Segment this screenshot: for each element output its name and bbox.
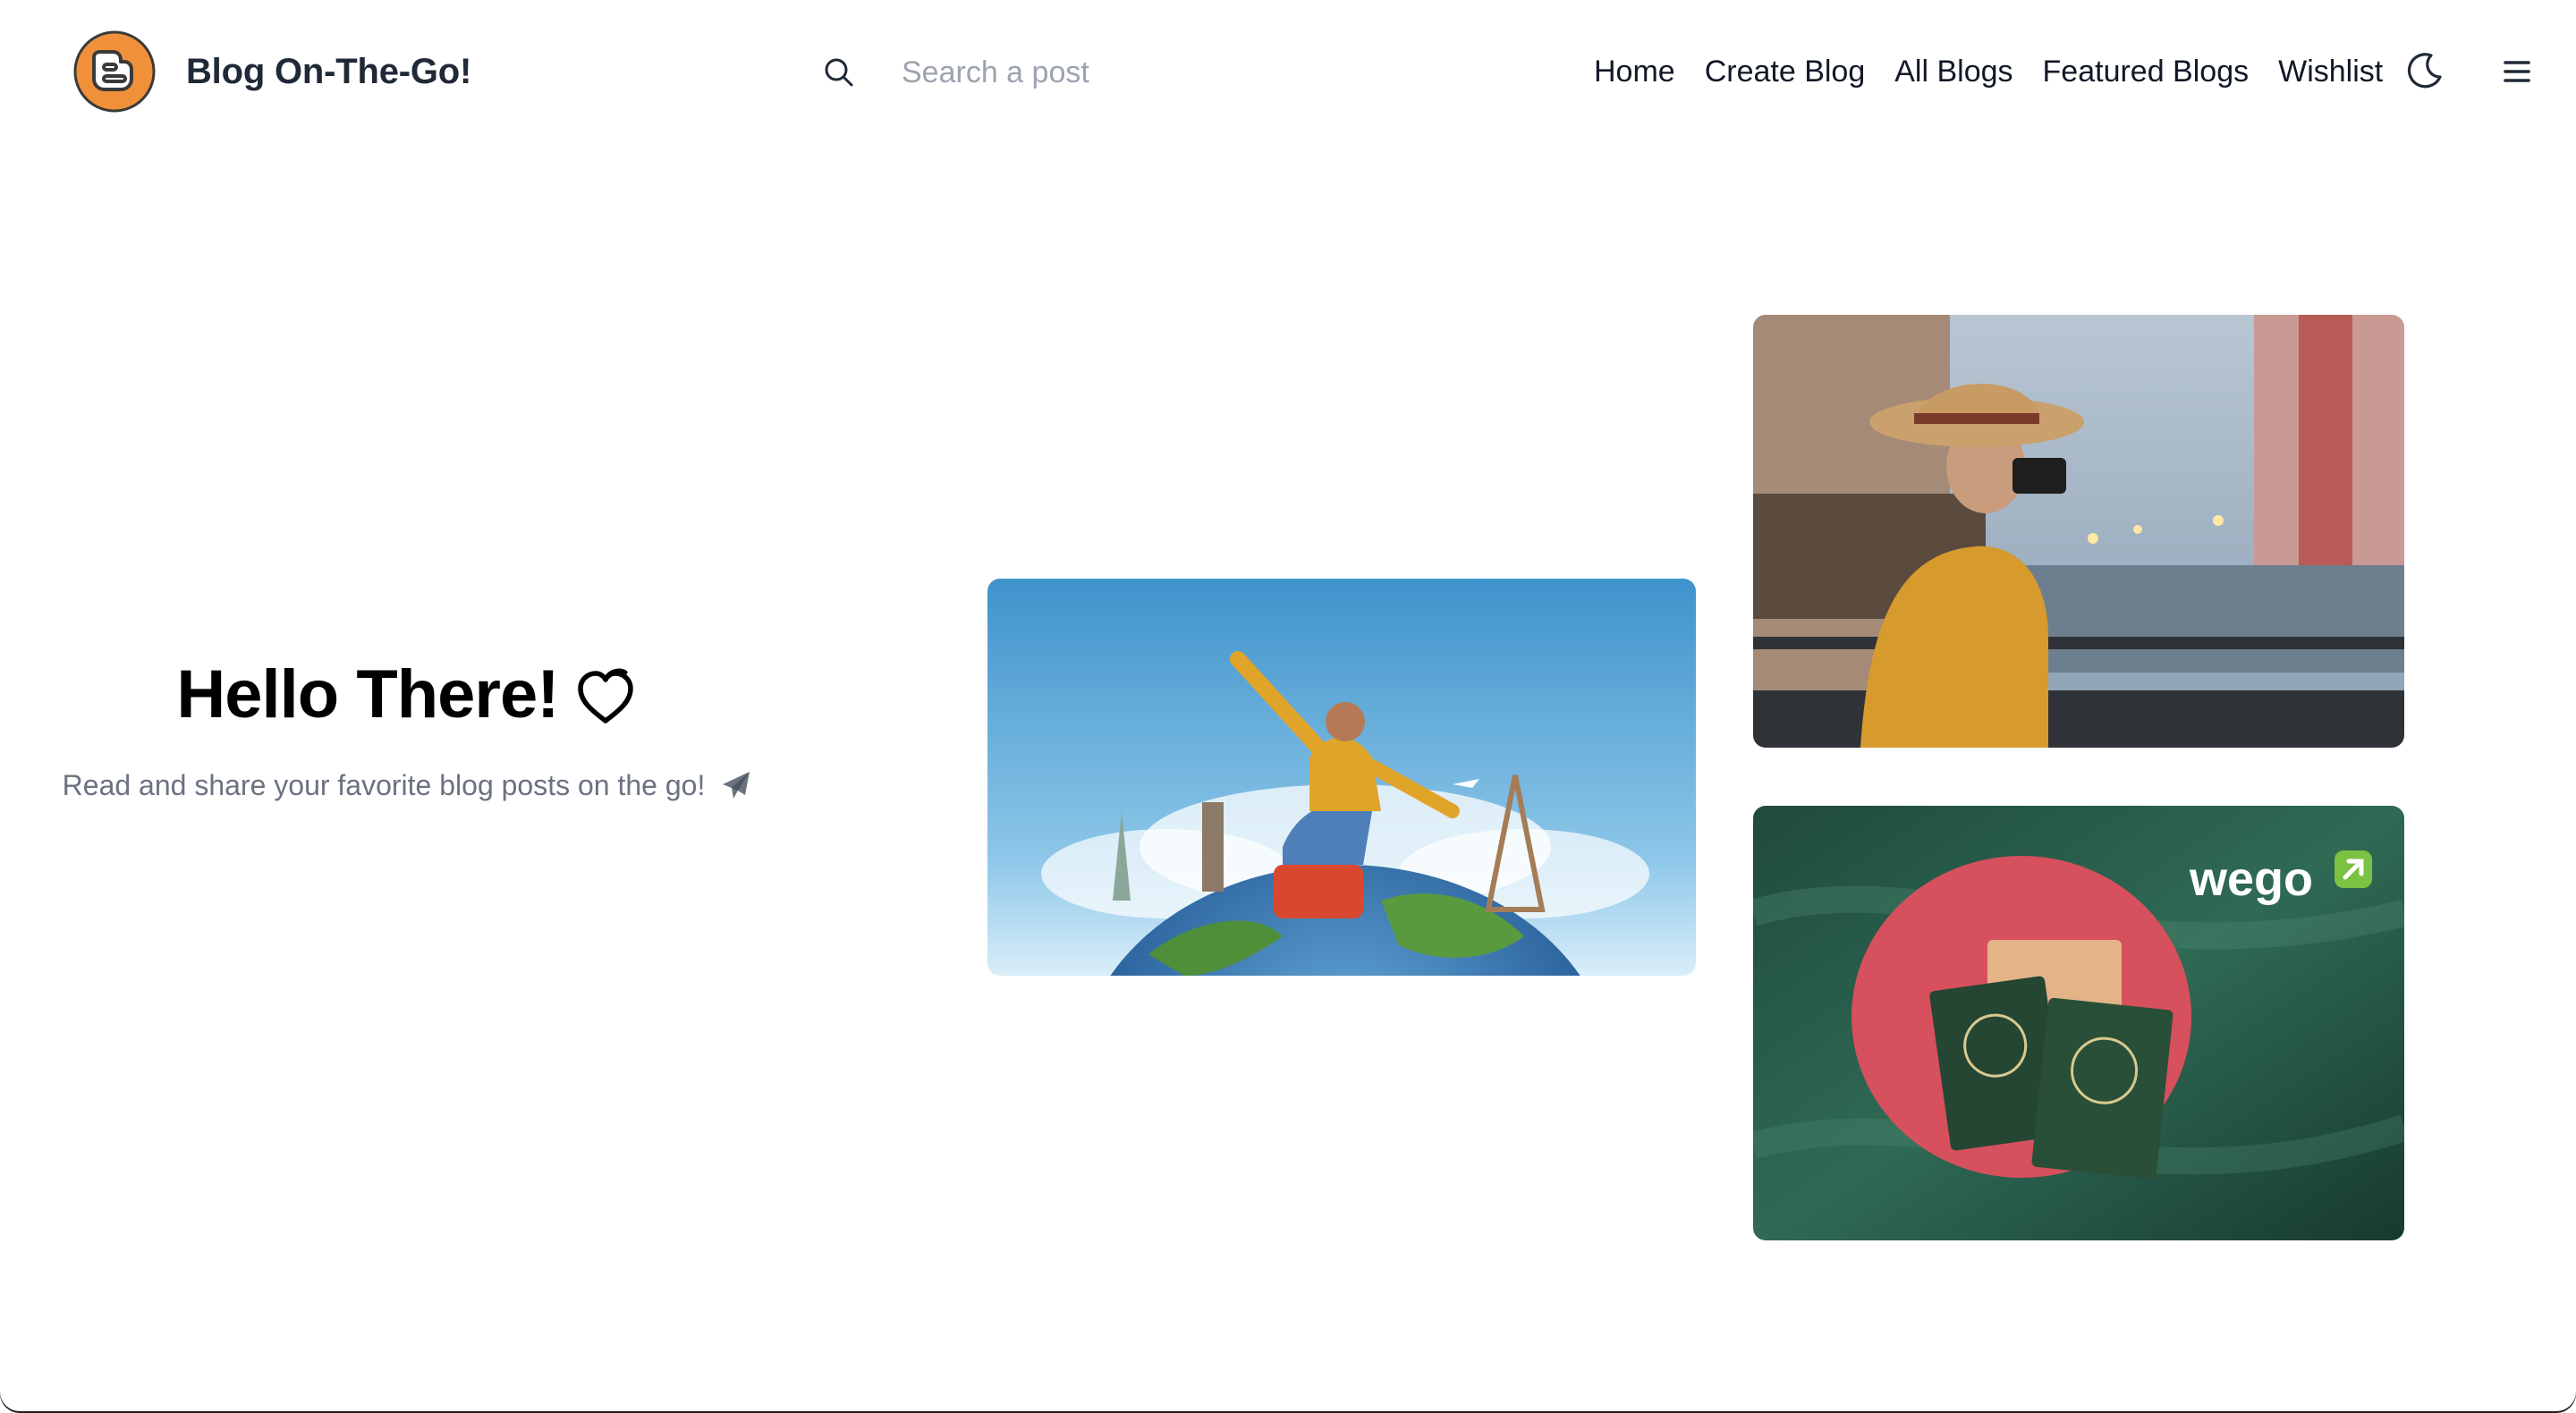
moon-icon[interactable] bbox=[2404, 50, 2445, 91]
nav-link-create-blog[interactable]: Create Blog bbox=[1705, 50, 1866, 93]
brand[interactable]: Blog On-The-Go! bbox=[73, 30, 471, 113]
paper-plane-icon bbox=[723, 772, 750, 799]
svg-text:wego: wego bbox=[2189, 852, 2313, 906]
blogger-logo-icon[interactable] bbox=[73, 30, 156, 113]
search-bar bbox=[821, 48, 1279, 97]
nav-link-all-blogs[interactable]: All Blogs bbox=[1894, 50, 2012, 93]
search-icon[interactable] bbox=[821, 55, 857, 90]
photographer-canal-image[interactable] bbox=[1753, 315, 2404, 748]
nav-link-wishlist[interactable]: Wishlist bbox=[2278, 50, 2383, 93]
brand-title[interactable]: Blog On-The-Go! bbox=[186, 52, 471, 92]
nav-link-featured-blogs[interactable]: Featured Blogs bbox=[2043, 50, 2250, 93]
navbar: Blog On-The-Go! Home Create Blog All Blo… bbox=[0, 0, 2576, 143]
nav-link-home[interactable]: Home bbox=[1594, 50, 1675, 93]
hero-subtitle-row: Read and share your favorite blog posts … bbox=[36, 766, 778, 805]
nav-links: Home Create Blog All Blogs Featured Blog… bbox=[1594, 50, 2383, 93]
bangladesh-passport-wego-image[interactable]: wego bbox=[1753, 806, 2404, 1240]
hero-section: Hello There! Read and share your favorit… bbox=[36, 653, 778, 805]
heart-icon bbox=[577, 668, 633, 723]
hero-title-row: Hello There! bbox=[36, 653, 778, 737]
hamburger-menu-icon[interactable] bbox=[2503, 57, 2531, 86]
search-input[interactable] bbox=[900, 48, 1279, 97]
travel-girl-globe-image[interactable] bbox=[987, 579, 1696, 976]
hero-subtitle: Read and share your favorite blog posts … bbox=[62, 769, 706, 801]
hero-title: Hello There! bbox=[176, 656, 559, 732]
